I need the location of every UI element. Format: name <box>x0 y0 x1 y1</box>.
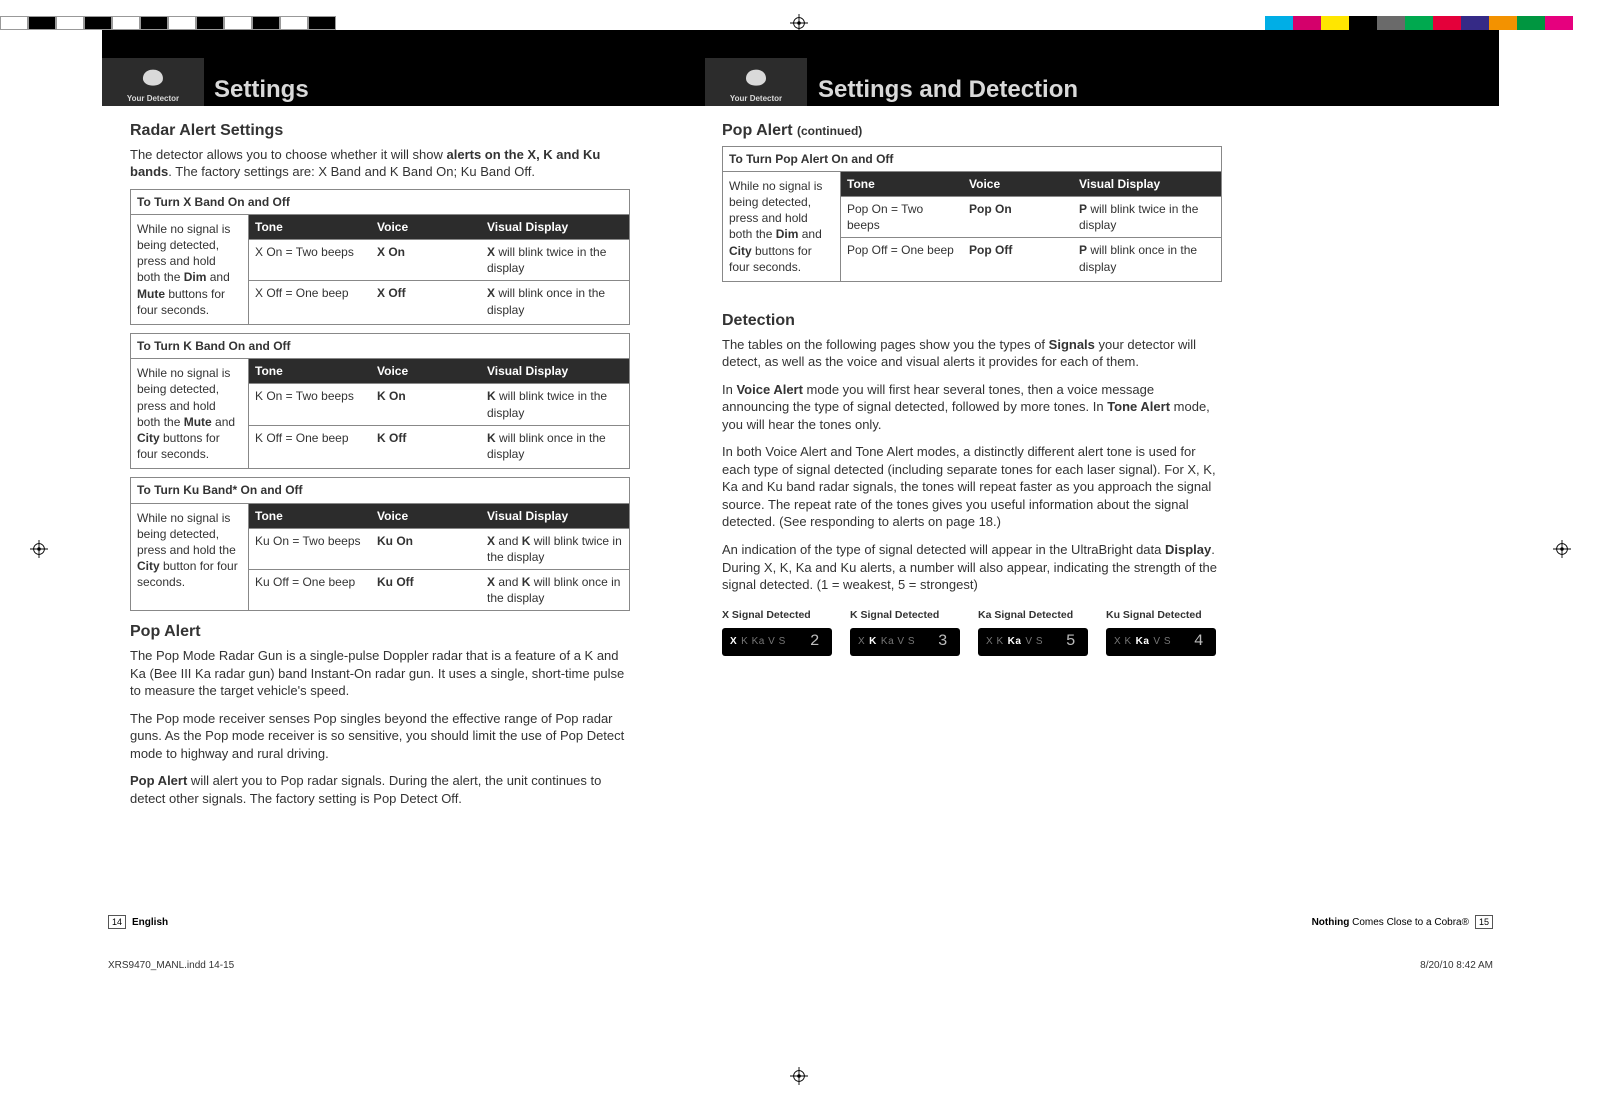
registration-mark-icon <box>30 540 48 558</box>
indesign-slug: XRS9470_MANL.indd 14-15 8/20/10 8:42 AM <box>108 960 1493 971</box>
pop-alert-table: To Turn Pop Alert On and Off While no si… <box>722 146 1222 282</box>
color-bars-right <box>1265 16 1601 30</box>
page-number: 14 <box>108 915 126 929</box>
footer-tagline: Nothing Comes Close to a Cobra® <box>1312 917 1469 928</box>
pop-continued-headline: Pop Alert (continued) <box>722 120 1222 142</box>
radar-intro: The detector allows you to choose whethe… <box>130 146 630 181</box>
k-band-table: To Turn K Band On and Off While no signa… <box>130 333 630 469</box>
x-band-table: To Turn X Band On and Off While no signa… <box>130 189 630 325</box>
signal-display-row: X Signal Detected XK Ka V S 2 K Signal D… <box>722 608 1222 656</box>
section-title-right: Settings and Detection <box>818 76 1078 104</box>
signal-ku: Ku Signal Detected X K Ka V S 4 <box>1106 608 1216 656</box>
cobra-logo-icon <box>137 66 169 94</box>
registration-mark-icon <box>790 1067 808 1085</box>
signal-x: X Signal Detected XK Ka V S 2 <box>722 608 832 656</box>
cobra-logo-icon <box>740 66 772 94</box>
registration-mark-icon <box>1553 540 1571 558</box>
detection-para-1: The tables on the following pages show y… <box>722 336 1222 371</box>
right-column: Pop Alert (continued) To Turn Pop Alert … <box>722 120 1222 656</box>
detection-para-2: In Voice Alert mode you will first hear … <box>722 381 1222 434</box>
footer-language: English <box>132 917 168 928</box>
table-title: To Turn K Band On and Off <box>131 334 629 359</box>
file-name: XRS9470_MANL.indd 14-15 <box>108 960 234 971</box>
display-mock: X K Ka V S 4 <box>1106 628 1216 656</box>
table-header-row: Tone Voice Visual Display <box>249 215 629 239</box>
table-row: Ku On = Two beeps Ku On X and K will bli… <box>249 528 629 569</box>
table-title: To Turn Pop Alert On and Off <box>723 147 1221 172</box>
table-header-row: Tone Voice Visual Display <box>249 359 629 383</box>
table-header-row: Tone Voice Visual Display <box>249 504 629 528</box>
footer-left: 14 English <box>108 915 168 929</box>
table-header-row: Tone Voice Visual Display <box>841 172 1221 196</box>
file-date: 8/20/10 8:42 AM <box>1420 960 1493 971</box>
instruction-cell: While no signal is being detected, press… <box>131 359 249 468</box>
instruction-cell: While no signal is being detected, press… <box>131 504 249 611</box>
ku-band-table: To Turn Ku Band* On and Off While no sig… <box>130 477 630 611</box>
table-row: K On = Two beeps K On K will blink twice… <box>249 383 629 424</box>
instruction-cell: While no signal is being detected, press… <box>131 215 249 324</box>
section-title-left: Settings <box>214 76 309 104</box>
pop-alert-headline: Pop Alert <box>130 621 630 643</box>
detection-para-4: An indication of the type of signal dete… <box>722 541 1222 594</box>
instruction-cell: While no signal is being detected, press… <box>723 172 841 281</box>
display-mock: X K Ka V S 3 <box>850 628 960 656</box>
table-row: K Off = One beep K Off K will blink once… <box>249 425 629 466</box>
tab-label: Your Detector <box>730 94 782 103</box>
display-mock: XK Ka V S 2 <box>722 628 832 656</box>
table-title: To Turn X Band On and Off <box>131 190 629 215</box>
signal-k: K Signal Detected X K Ka V S 3 <box>850 608 960 656</box>
page-number: 15 <box>1475 915 1493 929</box>
tab-label: Your Detector <box>127 94 179 103</box>
section-tab-right: Your Detector <box>705 58 807 106</box>
color-bars-left <box>0 16 336 30</box>
signal-ka: Ka Signal Detected X K Ka V S 5 <box>978 608 1088 656</box>
page: Your Detector Your Detector Settings Set… <box>0 0 1601 1099</box>
pop-para-1: The Pop Mode Radar Gun is a single-pulse… <box>130 647 630 700</box>
table-row: Pop Off = One beep Pop Off P will blink … <box>841 237 1221 278</box>
table-title: To Turn Ku Band* On and Off <box>131 478 629 503</box>
display-mock: X K Ka V S 5 <box>978 628 1088 656</box>
table-row: X On = Two beeps X On X will blink twice… <box>249 239 629 280</box>
pop-para-3: Pop Alert will alert you to Pop radar si… <box>130 772 630 807</box>
radar-headline: Radar Alert Settings <box>130 120 630 142</box>
detection-para-3: In both Voice Alert and Tone Alert modes… <box>722 443 1222 531</box>
table-row: X Off = One beep X Off X will blink once… <box>249 280 629 321</box>
section-tab-left: Your Detector <box>102 58 204 106</box>
table-row: Ku Off = One beep Ku Off X and K will bl… <box>249 569 629 610</box>
detection-headline: Detection <box>722 310 1222 332</box>
left-column: Radar Alert Settings The detector allows… <box>130 120 630 817</box>
footer-right: Nothing Comes Close to a Cobra® 15 <box>1312 915 1493 929</box>
pop-para-2: The Pop mode receiver senses Pop singles… <box>130 710 630 763</box>
table-row: Pop On = Two beeps Pop On P will blink t… <box>841 196 1221 237</box>
